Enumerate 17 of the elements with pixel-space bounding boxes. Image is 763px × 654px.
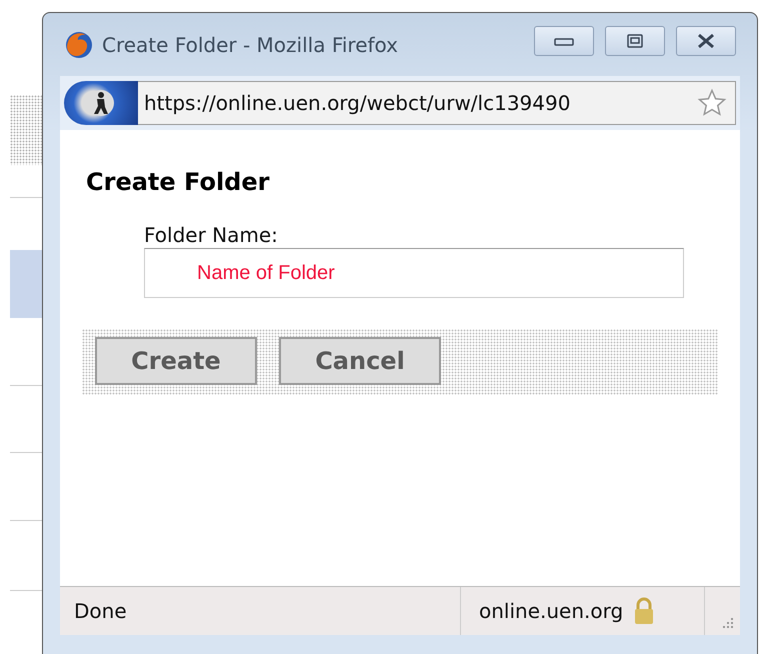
close-button[interactable] bbox=[676, 26, 736, 56]
window-title: Create Folder - Mozilla Firefox bbox=[102, 32, 398, 56]
browser-logo-icon bbox=[64, 30, 94, 60]
dialog-heading: Create Folder bbox=[86, 168, 270, 196]
resize-grip-icon bbox=[720, 615, 734, 629]
maximize-icon bbox=[627, 34, 643, 48]
url-field[interactable]: https://online.uen.org/webct/urw/lc139490 bbox=[138, 81, 736, 125]
close-icon bbox=[696, 34, 716, 48]
star-icon[interactable] bbox=[697, 88, 727, 118]
maximize-button[interactable] bbox=[605, 26, 665, 56]
field-label: Folder Name: bbox=[144, 224, 279, 246]
site-identity-button[interactable] bbox=[64, 81, 138, 125]
domain-text: online.uen.org bbox=[479, 599, 624, 623]
minimize-button[interactable] bbox=[534, 26, 594, 56]
status-text: Done bbox=[73, 599, 128, 623]
folder-name-field[interactable]: Name of Folder bbox=[144, 248, 684, 298]
minimize-icon bbox=[554, 36, 574, 46]
